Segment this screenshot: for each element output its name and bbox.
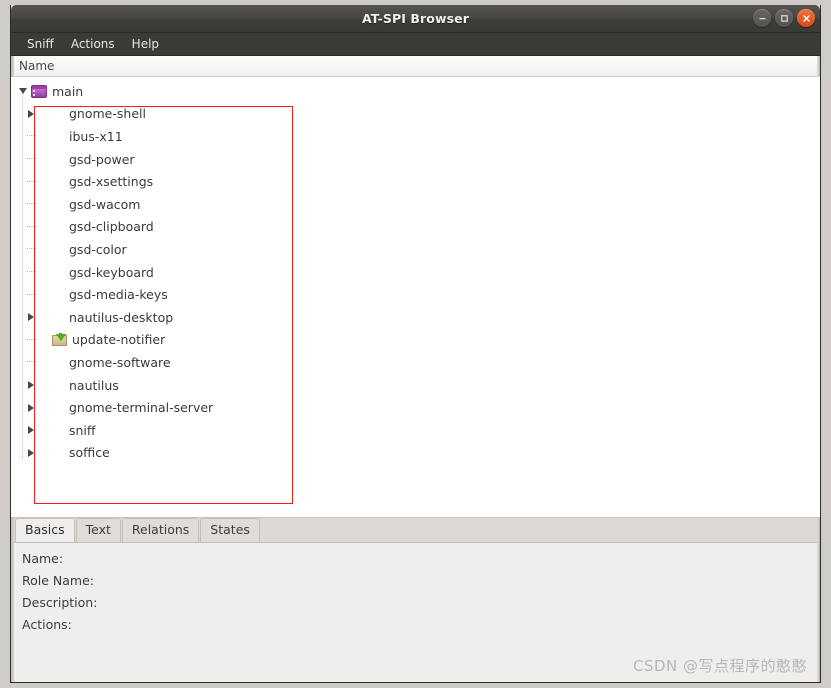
title-bar: AT-SPI Browser <box>11 5 820 33</box>
tree-row-label: update-notifier <box>72 332 166 348</box>
tree-row-label: nautilus <box>69 377 119 393</box>
minimize-button[interactable] <box>753 9 771 27</box>
tree-row-label: gsd-keyboard <box>69 264 154 280</box>
menu-item-help[interactable]: Help <box>124 35 167 53</box>
client-area: Name main gnome-shell ibus-x11 gsd-power gsd… <box>11 56 820 682</box>
tree-row[interactable]: gnome-software <box>11 351 820 374</box>
tree-row[interactable]: gsd-color <box>11 238 820 261</box>
maximize-button[interactable] <box>775 9 793 27</box>
tree-row-label: gsd-wacom <box>69 196 141 212</box>
tree-row-label: main <box>52 83 84 99</box>
tab-relations[interactable]: Relations <box>121 518 200 542</box>
details-tab-strip: Basics Text Relations States <box>11 518 820 543</box>
accessibility-tree-panel[interactable]: main gnome-shell ibus-x11 gsd-power gsd-xset… <box>11 77 820 518</box>
menu-bar: Sniff Actions Help <box>11 33 820 56</box>
tree-row-label: ibus-x11 <box>69 128 123 144</box>
field-name: Name: <box>22 551 64 566</box>
tree-row-label: gnome-terminal-server <box>69 400 214 416</box>
field-description: Description: <box>22 595 98 610</box>
triangle-icon <box>28 109 34 118</box>
tree-row[interactable]: soffice <box>11 442 820 465</box>
tree-connector-line <box>23 193 39 215</box>
triangle-icon <box>28 448 34 457</box>
tree-connector-line <box>23 284 39 306</box>
tree-row[interactable]: gsd-power <box>11 148 820 171</box>
menu-item-actions[interactable]: Actions <box>63 35 123 53</box>
tree-row[interactable]: update-notifier <box>11 329 820 352</box>
tree-row[interactable]: gnome-terminal-server <box>11 396 820 419</box>
application-window: AT-SPI Browser Sniff Actions Help Name m… <box>10 5 821 683</box>
tree-row[interactable]: sniff <box>11 419 820 442</box>
tree-row-label: gsd-clipboard <box>69 219 154 235</box>
tree-column-header-name: Name <box>19 59 55 73</box>
window-controls <box>753 9 815 27</box>
triangle-icon <box>28 313 34 322</box>
tree-connector-dash <box>26 338 36 341</box>
tree-connector-line <box>23 238 39 260</box>
tree-row-label: gnome-shell <box>69 106 146 122</box>
field-actions: Actions: <box>22 617 72 632</box>
tree-row-label: sniff <box>69 422 96 438</box>
tree-connector-line <box>23 216 39 238</box>
package-download-icon <box>52 332 68 347</box>
tree-row[interactable]: nautilus <box>11 374 820 397</box>
watermark: CSDN @写点程序的憨憨 <box>632 657 807 675</box>
tree-connector-line <box>23 329 39 351</box>
tree-connector-dash <box>26 158 36 160</box>
triangle-icon <box>19 88 27 95</box>
tree-row-label: gsd-xsettings <box>69 174 154 190</box>
tree-row[interactable]: main <box>11 80 820 103</box>
desktop-background: AT-SPI Browser Sniff Actions Help Name m… <box>0 0 831 688</box>
tree-row[interactable]: gsd-xsettings <box>11 170 820 193</box>
tree-row-label: gsd-color <box>69 241 127 257</box>
tree-connector-dash <box>26 293 36 296</box>
down-arrow-icon <box>56 333 66 341</box>
tree-row[interactable]: gsd-keyboard <box>11 261 820 284</box>
tree-expander-expand-icon[interactable] <box>23 103 39 125</box>
tree-row[interactable]: gsd-clipboard <box>11 216 820 239</box>
tree-connector-dash <box>26 225 36 228</box>
tree-connector-dash <box>26 203 36 205</box>
tab-text[interactable]: Text <box>75 518 121 542</box>
tree-row-label: gsd-media-keys <box>69 287 168 303</box>
tree-row-label: gsd-power <box>69 151 135 167</box>
tree-column-header[interactable]: Name <box>11 56 820 77</box>
tree-connector-dash <box>26 248 36 250</box>
tree-connector-dash <box>26 271 36 273</box>
triangle-icon <box>28 403 34 412</box>
tab-states[interactable]: States <box>200 518 260 542</box>
tree-expander-expand-icon[interactable] <box>23 397 39 419</box>
tree-connector-line <box>23 351 39 373</box>
close-button[interactable] <box>797 9 815 27</box>
menu-item-sniff[interactable]: Sniff <box>19 35 62 53</box>
tree-expander-expand-icon[interactable] <box>23 374 39 396</box>
tab-basics[interactable]: Basics <box>15 518 75 542</box>
window-title: AT-SPI Browser <box>361 11 470 26</box>
window-icon <box>31 84 47 98</box>
tree-connector-dash <box>26 361 36 363</box>
tree-connector-line <box>23 171 39 193</box>
accessibility-tree: main gnome-shell ibus-x11 gsd-power gsd-xset… <box>11 77 820 464</box>
tree-expander-collapse-icon[interactable] <box>15 80 31 102</box>
triangle-icon <box>28 381 34 390</box>
tree-connector-line <box>23 148 39 170</box>
tree-expander-expand-icon[interactable] <box>23 306 39 328</box>
tree-row[interactable]: gnome-shell <box>11 103 820 126</box>
tree-connector-dash <box>26 135 36 137</box>
tree-row-label: nautilus-desktop <box>69 309 174 325</box>
tree-connector-dash <box>26 180 36 183</box>
tree-expander-expand-icon[interactable] <box>23 419 39 441</box>
triangle-icon <box>28 426 34 435</box>
tree-row-label: gnome-software <box>69 354 171 370</box>
field-role-name: Role Name: <box>22 573 94 588</box>
tree-connector-line <box>23 125 39 147</box>
tree-expander-expand-icon[interactable] <box>23 442 39 464</box>
tree-row-label: soffice <box>69 445 110 461</box>
tree-row[interactable]: gsd-media-keys <box>11 283 820 306</box>
tree-row[interactable]: gsd-wacom <box>11 193 820 216</box>
tree-row[interactable]: ibus-x11 <box>11 125 820 148</box>
tree-connector-line <box>23 261 39 283</box>
tree-row[interactable]: nautilus-desktop <box>11 306 820 329</box>
